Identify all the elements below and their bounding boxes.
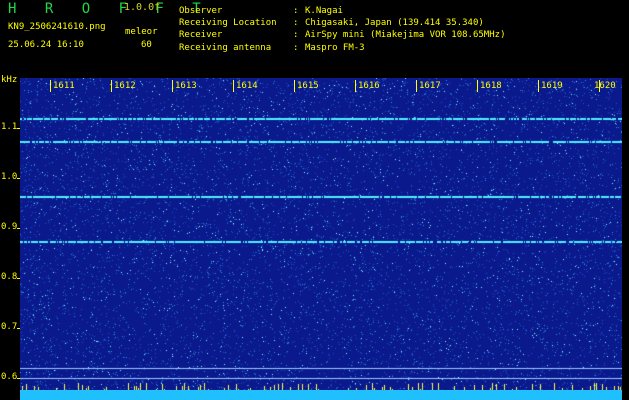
info-key: Receiving Location	[179, 18, 277, 29]
spectrogram-canvas[interactable]	[20, 78, 622, 395]
x-tick-mark	[477, 80, 478, 92]
y-tick-label: 1.1	[1, 122, 18, 132]
x-tick-mark	[416, 80, 417, 92]
info-key: Receiving antenna	[179, 42, 272, 53]
y-tick-label: 0.6	[1, 372, 18, 382]
info-separator: :	[293, 18, 299, 29]
x-tick-label: 1615	[297, 81, 319, 91]
mode-value: 60	[141, 40, 152, 50]
y-tick-mark	[17, 128, 20, 129]
info-row-location: Receiving Location : Chigasaki, Japan (1…	[179, 17, 505, 29]
y-tick-label: 0.9	[1, 222, 18, 232]
info-separator: :	[293, 30, 299, 41]
x-tick-label: 1619	[541, 81, 563, 91]
y-tick-mark	[17, 278, 20, 279]
x-tick-label: 1612	[114, 81, 136, 91]
info-row-receiver: Receiver : AirSpy mini (Miakejima VOR 10…	[179, 29, 505, 41]
x-tick-label: 1613	[175, 81, 197, 91]
y-tick-label: 0.7	[1, 322, 18, 332]
x-tick-mark	[111, 80, 112, 92]
observation-info: Observer : K.Nagai Receiving Location : …	[179, 5, 505, 54]
x-tick-label: 1617	[419, 81, 441, 91]
x-tick-label: 1616	[358, 81, 380, 91]
mode-label: meleor	[125, 27, 158, 37]
x-tick-mark	[538, 80, 539, 92]
x-tick-mark	[50, 80, 51, 92]
x-tick-mark	[172, 80, 173, 92]
info-value: Maspro FM-3	[305, 42, 365, 53]
y-tick-label: 1.0	[1, 172, 18, 182]
y-tick-mark	[17, 328, 20, 329]
x-tick-mark	[233, 80, 234, 92]
info-separator: :	[293, 42, 299, 53]
info-value: AirSpy mini (Miakejima VOR 108.65MHz)	[305, 30, 506, 41]
timestamp-label: 25.06.24 16:10	[8, 40, 84, 50]
spectrogram-plot[interactable]	[20, 78, 622, 395]
info-separator: :	[293, 6, 299, 16]
header-panel: H R O F F T 1.0.0f KN9_2506241610.png me…	[0, 0, 629, 75]
x-tick-label: 1620	[594, 81, 616, 91]
x-tick-mark	[355, 80, 356, 92]
info-key: Observer	[179, 6, 223, 16]
info-value: K.Nagai	[305, 6, 343, 16]
info-key: Receiver	[179, 30, 223, 41]
x-tick-label: 1611	[53, 81, 75, 91]
info-row-observer: Observer : K.Nagai	[179, 5, 505, 17]
x-tick-label: 1618	[480, 81, 502, 91]
info-row-antenna: Receiving antenna : Maspro FM-3	[179, 42, 505, 54]
info-value: Chigasaki, Japan (139.414 35.340)	[305, 18, 484, 29]
x-tick-mark	[294, 80, 295, 92]
filename-label: KN9_2506241610.png	[8, 22, 106, 32]
y-tick-label: 0.8	[1, 272, 18, 282]
y-tick-mark	[17, 178, 20, 179]
y-axis-unit: kHz	[1, 75, 18, 85]
y-tick-mark	[17, 228, 20, 229]
y-tick-mark	[17, 378, 20, 379]
x-tick-label: 1614	[236, 81, 258, 91]
signal-strength-bar	[20, 390, 622, 400]
version-label: 1.0.0f	[124, 2, 161, 13]
